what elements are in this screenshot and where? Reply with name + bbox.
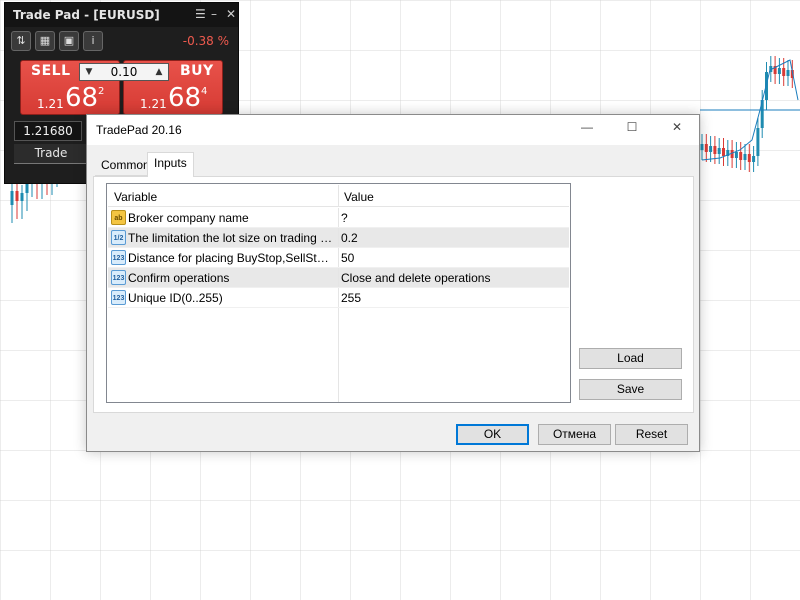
calculator-icon[interactable]: ▦ [35, 31, 55, 51]
candle [786, 60, 790, 86]
integer-type-icon: 123 [111, 250, 126, 265]
lot-size-value[interactable]: 0.10 [111, 65, 138, 79]
variable-name: Broker company name [128, 211, 249, 225]
variable-value[interactable]: 0.2 [341, 231, 358, 245]
tab-inputs[interactable]: Inputs [147, 152, 194, 177]
candle [717, 138, 721, 164]
buy-label: BUY [180, 63, 214, 79]
trade-pad-title: Trade Pad - [EURUSD] [13, 8, 160, 22]
candle [777, 58, 781, 84]
candle [726, 140, 730, 166]
maximize-icon[interactable]: ☐ [617, 120, 647, 140]
table-row[interactable]: 1/2 The limitation the lot size on tradi… [108, 228, 569, 248]
lot-decrease-icon[interactable]: ▼ [83, 64, 95, 80]
candle [704, 134, 708, 162]
candle [756, 118, 760, 166]
candle [722, 138, 725, 166]
candle [743, 144, 747, 170]
buy-price-pips: 68 [168, 83, 202, 113]
table-row[interactable]: 123 Confirm operations Close and delete … [108, 268, 569, 288]
minimize-icon[interactable]: — [572, 120, 602, 140]
candle [700, 134, 704, 160]
buy-price-prefix: 1.21 [140, 97, 167, 111]
buy-price-fraction: 4 [201, 86, 208, 97]
dialog-titlebar[interactable]: TradePad 20.16 — ☐ ✕ [87, 115, 699, 145]
inputs-tab-panel: Variable Value ab Broker company name ? … [93, 176, 694, 413]
arrows-icon[interactable]: ⇅ [11, 31, 31, 51]
minimize-icon[interactable]: – [211, 7, 217, 21]
inputs-grid: Variable Value ab Broker company name ? … [106, 183, 571, 403]
calendar-icon[interactable]: ▣ [59, 31, 79, 51]
variable-name: Confirm operations [128, 271, 230, 285]
price-input[interactable]: 1.21680 [14, 121, 82, 141]
sell-price-prefix: 1.21 [37, 97, 64, 111]
dialog-title: TradePad 20.16 [96, 123, 182, 137]
table-row[interactable]: ab Broker company name ? [108, 208, 569, 228]
ok-button[interactable]: OK [456, 424, 529, 445]
variable-name: The limitation the lot size on trading s… [128, 231, 333, 245]
column-header-value[interactable]: Value [344, 190, 374, 204]
double-type-icon: 1/2 [111, 230, 126, 245]
save-button[interactable]: Save [579, 379, 682, 400]
candle [713, 136, 717, 164]
settings-dialog: TradePad 20.16 — ☐ ✕ Common Inputs Varia… [86, 114, 700, 452]
column-header-variable[interactable]: Variable [114, 190, 157, 204]
variable-value[interactable]: Close and delete operations [341, 271, 490, 285]
menu-icon[interactable]: ☰ [195, 7, 206, 21]
candle [709, 136, 713, 162]
info-icon[interactable]: i [83, 31, 103, 51]
sell-price-fraction: 2 [98, 86, 105, 97]
lot-increase-icon[interactable]: ▲ [153, 64, 165, 80]
integer-type-icon: 123 [111, 290, 126, 305]
table-row[interactable]: 123 Distance for placing BuyStop,SellSto… [108, 248, 569, 268]
candle [734, 142, 738, 168]
close-icon[interactable]: ✕ [662, 120, 692, 140]
integer-type-icon: 123 [111, 270, 126, 285]
grid-header: Variable Value [108, 185, 569, 207]
variable-value[interactable]: 50 [341, 251, 354, 265]
candle [10, 183, 14, 223]
string-type-icon: ab [111, 210, 126, 225]
candle [773, 56, 777, 84]
trade-button[interactable]: Trade [14, 144, 88, 164]
sell-price-pips: 68 [65, 83, 99, 113]
daily-change: -0.38 % [182, 34, 229, 48]
close-icon[interactable]: ✕ [226, 7, 236, 21]
sell-label: SELL [31, 63, 71, 79]
reset-button[interactable]: Reset [615, 424, 688, 445]
candle [739, 142, 743, 170]
variable-name: Unique ID(0..255) [128, 291, 223, 305]
candle [747, 144, 751, 172]
load-button[interactable]: Load [579, 348, 682, 369]
table-row[interactable]: 123 Unique ID(0..255) 255 [108, 288, 569, 308]
variable-value[interactable]: 255 [341, 291, 361, 305]
cancel-button[interactable]: Отмена [538, 424, 611, 445]
variable-value[interactable]: ? [341, 211, 348, 225]
candle [20, 185, 24, 219]
candle [752, 146, 756, 172]
variable-name: Distance for placing BuyStop,SellStop or… [128, 251, 333, 265]
lot-size-stepper[interactable]: ▼ 0.10 ▲ [79, 63, 169, 81]
candle [15, 183, 19, 219]
trade-pad-titlebar[interactable]: Trade Pad - [EURUSD] ☰ – ✕ [5, 3, 238, 27]
